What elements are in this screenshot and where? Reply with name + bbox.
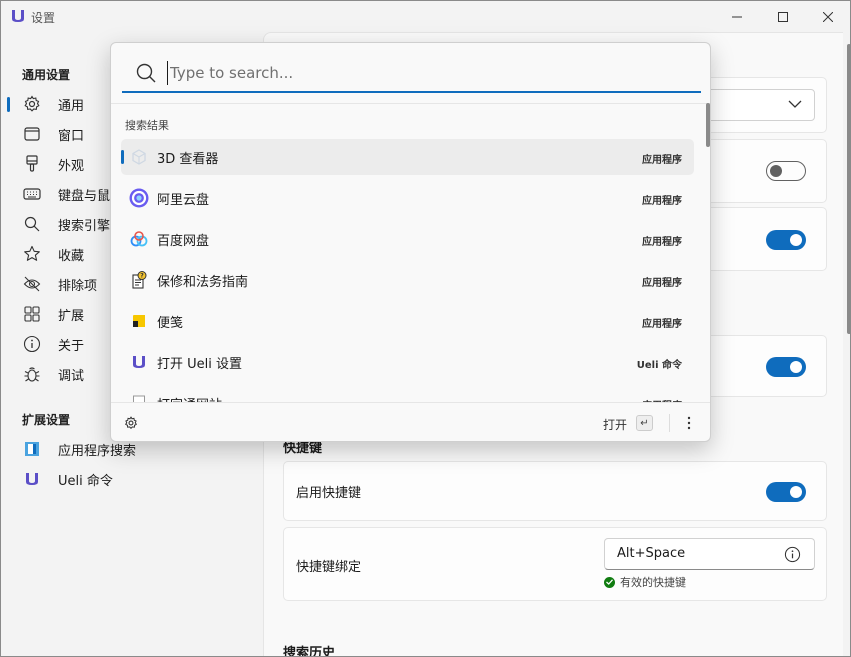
result-item[interactable]: 3D 查看器 应用程序 bbox=[121, 139, 694, 175]
hotkey-value: Alt+Space bbox=[617, 546, 686, 561]
results-title: 搜索结果 bbox=[125, 119, 169, 132]
search-icon bbox=[23, 215, 41, 233]
result-name: 3D 查看器 bbox=[157, 151, 219, 167]
scrollbar-thumb[interactable] bbox=[847, 44, 850, 334]
setting-card-hotkey-binding: 快捷键绑定 Alt+Space 有效的快捷键 bbox=[283, 527, 827, 601]
sidebar-item-label: 窗口 bbox=[58, 128, 85, 144]
hotkey-valid-status: 有效的快捷键 bbox=[604, 574, 686, 590]
section-general-settings: 通用设置 bbox=[22, 68, 71, 82]
result-name: 保修和法务指南 bbox=[157, 274, 249, 290]
sidebar-item-label: 收藏 bbox=[58, 248, 85, 264]
sidebar-item-label: 搜索引擎 bbox=[58, 218, 111, 234]
section-extension-settings: 扩展设置 bbox=[22, 413, 71, 427]
sticky-notes-icon bbox=[129, 311, 149, 331]
sidebar-item-label: Ueli 命令 bbox=[58, 473, 113, 489]
more-options-icon[interactable] bbox=[682, 414, 696, 432]
keyboard-icon bbox=[23, 185, 41, 203]
setting-card-enable-hotkey: 启用快捷键 bbox=[283, 461, 827, 521]
setting-toggle-on[interactable] bbox=[766, 357, 806, 377]
star-icon bbox=[23, 245, 41, 263]
results-list: 3D 查看器 应用程序 阿里云盘 应用程序 百度网盘 应用程序 ? 保修和法务指… bbox=[111, 139, 706, 402]
baidu-netdisk-icon bbox=[129, 229, 149, 249]
maximize-button[interactable] bbox=[760, 1, 806, 32]
divider bbox=[111, 103, 710, 104]
result-type: 应用程序 bbox=[642, 196, 682, 207]
result-item[interactable]: 便笺 应用程序 bbox=[121, 303, 694, 339]
sidebar-item-label: 扩展 bbox=[58, 308, 85, 324]
ueli-logo-icon bbox=[129, 352, 149, 372]
minimize-icon bbox=[732, 16, 742, 17]
sidebar-item-label: 键盘与鼠 bbox=[58, 188, 111, 204]
hotkey-binding-label: 快捷键绑定 bbox=[296, 560, 362, 575]
close-icon bbox=[823, 11, 833, 22]
hotkey-input[interactable]: Alt+Space bbox=[604, 538, 815, 570]
sidebar-item-label: 通用 bbox=[58, 98, 85, 114]
result-item[interactable]: 阿里云盘 应用程序 bbox=[121, 180, 694, 216]
app-search-icon bbox=[23, 440, 41, 458]
sidebar-item-ueli-commands[interactable]: Ueli 命令 bbox=[7, 464, 247, 494]
aliyun-drive-icon bbox=[129, 188, 149, 208]
chevron-down-icon bbox=[788, 100, 802, 108]
sidebar-item-label: 应用程序搜索 bbox=[58, 443, 137, 459]
info-icon[interactable] bbox=[784, 546, 801, 563]
checkmark-icon bbox=[604, 576, 615, 588]
result-item[interactable]: 打字通网站 应用程序 bbox=[121, 385, 694, 402]
bug-icon bbox=[23, 365, 41, 383]
maximize-icon bbox=[778, 11, 788, 22]
result-type: 应用程序 bbox=[642, 237, 682, 248]
result-type: 应用程序 bbox=[642, 278, 682, 289]
close-button[interactable] bbox=[805, 1, 850, 32]
main-scrollbar[interactable] bbox=[846, 32, 850, 656]
result-name: 百度网盘 bbox=[157, 233, 210, 249]
result-type: 应用程序 bbox=[642, 155, 682, 166]
sidebar-item-label: 外观 bbox=[58, 158, 85, 174]
divider bbox=[669, 414, 670, 432]
settings-window: 设置 通用设置 通用 窗口 外观 键盘与鼠 搜索引擎 收藏 排除项 扩展 关于 … bbox=[0, 0, 851, 657]
enter-key-hint: ↵ bbox=[636, 415, 653, 431]
scrollbar-thumb[interactable] bbox=[706, 103, 710, 147]
search-popup: 搜索结果 3D 查看器 应用程序 阿里云盘 应用程序 百度网盘 bbox=[110, 42, 711, 442]
result-item[interactable]: ? 保修和法务指南 应用程序 bbox=[121, 262, 694, 298]
result-item[interactable]: 百度网盘 应用程序 bbox=[121, 221, 694, 257]
results-scrollbar[interactable] bbox=[705, 103, 710, 403]
window-title: 设置 bbox=[31, 11, 56, 25]
window-icon bbox=[23, 125, 41, 143]
hotkey-valid-text: 有效的快捷键 bbox=[620, 576, 686, 589]
settings-gear-icon[interactable] bbox=[124, 416, 138, 430]
search-bar bbox=[122, 55, 701, 93]
info-icon bbox=[23, 335, 41, 353]
result-name: 打字通网站 bbox=[157, 394, 222, 403]
setting-toggle-off[interactable] bbox=[766, 161, 806, 181]
paintbrush-icon bbox=[23, 155, 41, 173]
ueli-logo-icon bbox=[12, 10, 24, 22]
gear-icon bbox=[23, 95, 41, 113]
section-search-history: 搜索历史 bbox=[283, 646, 336, 657]
svg-text:?: ? bbox=[140, 273, 144, 280]
result-name: 打开 Ueli 设置 bbox=[157, 356, 243, 372]
result-item[interactable]: 打开 Ueli 设置 Ueli 命令 bbox=[121, 344, 694, 380]
3d-viewer-icon bbox=[129, 147, 149, 167]
result-name: 阿里云盘 bbox=[157, 192, 210, 208]
ueli-logo-icon bbox=[23, 470, 41, 488]
sidebar-item-label: 排除项 bbox=[58, 278, 98, 294]
popup-footer: 打开 ↵ bbox=[111, 403, 710, 441]
warranty-guide-icon: ? bbox=[129, 270, 149, 290]
search-icon bbox=[136, 63, 156, 83]
enable-hotkey-label: 启用快捷键 bbox=[296, 486, 362, 501]
result-type: 应用程序 bbox=[642, 319, 682, 330]
minimize-button[interactable] bbox=[714, 1, 760, 32]
extensions-icon bbox=[23, 305, 41, 323]
result-name: 便笺 bbox=[157, 315, 184, 331]
setting-toggle-on[interactable] bbox=[766, 230, 806, 250]
open-action-label[interactable]: 打开 bbox=[603, 416, 627, 433]
sidebar-item-label: 调试 bbox=[58, 368, 85, 384]
document-icon bbox=[129, 393, 149, 402]
eye-off-icon bbox=[23, 275, 41, 293]
result-type: Ueli 命令 bbox=[636, 360, 682, 371]
title-bar: 设置 bbox=[1, 1, 850, 32]
search-input[interactable] bbox=[167, 61, 667, 85]
enable-hotkey-toggle[interactable] bbox=[766, 482, 806, 502]
sidebar-item-label: 关于 bbox=[58, 338, 85, 354]
